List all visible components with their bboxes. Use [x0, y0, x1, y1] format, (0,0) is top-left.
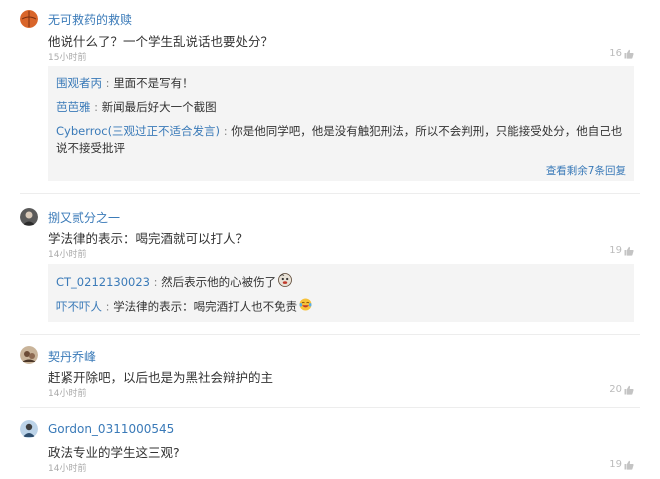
- comment-text: 他说什么了？一个学生乱说话也要处分？: [48, 34, 274, 49]
- thumbs-up-icon: [624, 460, 634, 470]
- like-button[interactable]: 19: [609, 245, 634, 256]
- avatar[interactable]: [20, 208, 38, 226]
- divider: [20, 407, 640, 408]
- thumbs-up-icon: [624, 385, 634, 395]
- like-count: 19: [609, 245, 622, 256]
- like-count: 19: [609, 459, 622, 470]
- laughing-face-emoji: [299, 298, 312, 316]
- reply-author[interactable]: 芭芭雅: [56, 100, 91, 114]
- commenter-name[interactable]: 捌又贰分之一: [48, 209, 120, 226]
- divider: [20, 334, 640, 335]
- avatar[interactable]: [20, 420, 38, 438]
- reply-text: 新闻最后好大一个截图: [101, 100, 217, 114]
- comment-text: 政法专业的学生这三观?: [48, 445, 180, 460]
- comment-text: 学法律的表示：喝完酒就可以打人？: [48, 231, 249, 246]
- like-button[interactable]: 16: [609, 48, 634, 59]
- comment-text: 赶紧开除吧，以后也是为黑社会辩护的主: [48, 370, 274, 385]
- reply-text: 里面不是写有！: [113, 76, 194, 90]
- like-count: 16: [609, 48, 622, 59]
- like-button[interactable]: 20: [609, 384, 634, 395]
- avatar[interactable]: [20, 346, 38, 364]
- comment-time: 15小时前: [48, 53, 87, 63]
- crying-face-emoji: [278, 273, 293, 292]
- thumbs-up-icon: [624, 246, 634, 256]
- commenter-name[interactable]: Gordon_0311000545: [48, 422, 174, 436]
- reply-text: 学法律的表示：喝完酒打人也不免责: [113, 299, 298, 314]
- reply-box: 围观者丙 : 里面不是写有！ 芭芭雅 : 新闻最后好大一个截图 Cyberroc…: [48, 66, 634, 181]
- reply-author[interactable]: Cyberroc(三观过正不适合发言): [56, 124, 220, 138]
- view-more-replies-link[interactable]: 查看剩余7条回复: [546, 163, 626, 178]
- reply-item: 吓不吓人 : 学法律的表示：喝完酒打人也不免责: [56, 298, 626, 316]
- avatar[interactable]: [20, 10, 38, 28]
- commenter-name[interactable]: 契丹乔峰: [48, 348, 96, 365]
- reply-item: 围观者丙 : 里面不是写有！: [56, 76, 194, 90]
- thumbs-up-icon: [624, 49, 634, 59]
- comment-time: 14小时前: [48, 250, 87, 260]
- divider: [20, 193, 640, 194]
- reply-item: CT_0212130023 : 然后表示他的心被伤了: [56, 273, 626, 292]
- reply-text: 然后表示他的心被伤了: [161, 275, 277, 289]
- like-count: 20: [609, 384, 622, 395]
- comment-time: 14小时前: [48, 464, 87, 474]
- comment-time: 14小时前: [48, 389, 87, 399]
- commenter-name[interactable]: 无可救药的救赎: [48, 11, 132, 28]
- reply-author[interactable]: 围观者丙: [56, 76, 102, 90]
- reply-item: Cyberroc(三观过正不适合发言) : 你是他同学吧，他是没有触犯刑法，所以…: [56, 124, 623, 155]
- reply-item: 芭芭雅 : 新闻最后好大一个截图: [56, 100, 217, 114]
- reply-box: CT_0212130023 : 然后表示他的心被伤了 吓不吓人 : 学法律的表示…: [48, 264, 634, 322]
- like-button[interactable]: 19: [609, 459, 634, 470]
- reply-author[interactable]: 吓不吓人: [56, 300, 102, 314]
- reply-author[interactable]: CT_0212130023: [56, 275, 150, 289]
